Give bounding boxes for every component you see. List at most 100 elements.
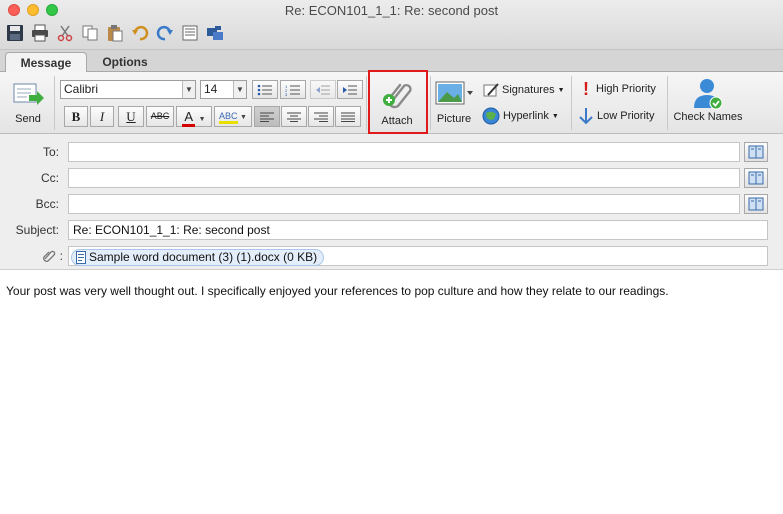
align-right-icon [314,112,328,122]
chevron-down-icon: ▼ [240,114,247,121]
tab-message[interactable]: Message [5,52,87,72]
check-names-button[interactable]: Check Names [672,76,744,123]
hyperlink-label: Hyperlink [503,110,549,122]
cc-label: Cc: [41,171,59,185]
paste-icon[interactable] [104,22,126,44]
ribbon-divider [571,76,572,130]
message-body[interactable]: Your post was very well thought out. I s… [6,284,669,298]
low-priority-label: Low Priority [597,110,655,122]
subject-label: Subject: [15,223,59,237]
copy-icon[interactable] [79,22,101,44]
save-icon[interactable] [4,22,26,44]
decrease-indent-button[interactable] [310,80,336,99]
bullet-list-button[interactable] [252,80,278,99]
attachments-label: : [42,249,63,263]
low-priority-button[interactable]: Low Priority [578,107,654,125]
highlight-button[interactable]: ABC ▼ [214,106,252,127]
attachments-colon: : [59,249,63,263]
attachment-name: Sample word document (3) (1).docx (0 KB) [89,250,318,264]
font-color-glyph: A [182,109,196,127]
to-label: To: [42,145,59,159]
subject-row: Subject: Re: ECON101_1_1: Re: second pos… [0,220,783,242]
attachments-field: Sample word document (3) (1).docx (0 KB) [68,246,768,266]
undo-icon[interactable] [129,22,151,44]
cc-row: Cc: [0,168,783,190]
highlight-glyph: ABC [219,111,238,124]
hyperlink-button[interactable]: Hyperlink ▼ [482,107,559,125]
attachments-row: : Sample word document (3) (1).docx (0 K… [0,246,783,268]
font-size-select[interactable]: 14 ▼ [200,80,247,99]
bcc-row: Bcc: [0,194,783,216]
bcc-address-book-button[interactable] [744,194,768,214]
signature-pen-icon [483,83,499,97]
picture-label: Picture [436,113,472,125]
send-label: Send [15,113,41,125]
justify-button[interactable] [335,106,361,127]
print-icon[interactable] [29,22,51,44]
message-header: To: Cc: Bcc: Subject: Re: ECON101_1_1: R… [0,134,783,270]
italic-button[interactable]: I [90,106,114,127]
cc-address-book-button[interactable] [744,168,768,188]
attach-highlight-box [368,70,428,134]
ribbon-tabs: Message Options [0,50,783,72]
font-color-button[interactable]: A ▼ [176,106,212,127]
window-title: Re: ECON101_1_1: Re: second post [284,3,499,18]
chevron-down-icon: ▼ [198,116,206,123]
redo-icon[interactable] [154,22,176,44]
picture-button[interactable]: Picture [432,78,476,125]
ribbon-divider [667,76,668,130]
person-check-icon [694,79,723,110]
exclamation-icon: ! [583,79,589,99]
address-book-icon [748,197,764,211]
down-arrow-icon [579,108,593,125]
increase-indent-button[interactable] [337,80,363,99]
to-row: To: [0,142,783,164]
font-name-select[interactable]: Calibri ▼ [60,80,196,99]
svg-text:3: 3 [285,92,288,96]
document-icon [76,251,86,264]
chevron-down-icon: ▼ [551,112,559,120]
send-button[interactable]: Send [8,78,48,125]
format-icon[interactable] [179,22,201,44]
high-priority-label: High Priority [596,83,656,95]
subject-field[interactable]: Re: ECON101_1_1: Re: second post [68,220,768,240]
ribbon-divider [430,76,431,130]
send-icon [13,83,44,105]
justify-icon [341,112,355,122]
cc-field[interactable] [68,168,740,188]
quick-access-toolbar [4,22,226,44]
bcc-field[interactable] [68,194,740,214]
signatures-button[interactable]: Signatures ▼ [483,82,565,98]
to-address-book-button[interactable] [744,142,768,162]
align-center-button[interactable] [281,106,307,127]
bcc-label: Bcc: [35,197,59,211]
font-name-value: Calibri [64,82,99,96]
strikethrough-button[interactable]: ABC [146,106,174,127]
ribbon-divider [54,76,55,130]
chevron-down-icon: ▼ [557,86,565,94]
to-field[interactable] [68,142,740,162]
align-right-button[interactable] [308,106,334,127]
bullet-list-icon [257,84,272,95]
chevron-down-icon: ▼ [233,81,246,98]
globe-link-icon [482,107,500,125]
address-book-icon [748,171,764,185]
underline-button[interactable]: U [118,106,144,127]
check-names-label: Check Names [673,111,743,123]
outdent-icon [316,85,330,94]
tab-options[interactable]: Options [90,52,160,72]
font-size-value: 14 [204,82,218,96]
cut-icon[interactable] [54,22,76,44]
ribbon-divider [366,76,367,130]
attachment-chip[interactable]: Sample word document (3) (1).docx (0 KB) [71,249,325,266]
chevron-down-icon: ▼ [182,81,195,98]
title-bar: Re: ECON101_1_1: Re: second post [0,0,783,50]
bold-button[interactable]: B [64,106,88,127]
numbered-list-button[interactable]: 123 [280,80,306,99]
align-left-button[interactable] [254,106,280,127]
signatures-label: Signatures [502,84,555,96]
sync-icon[interactable] [204,22,226,44]
numbered-list-icon: 123 [285,84,300,96]
paperclip-icon [43,250,56,262]
high-priority-button[interactable]: ! High Priority [579,79,656,99]
